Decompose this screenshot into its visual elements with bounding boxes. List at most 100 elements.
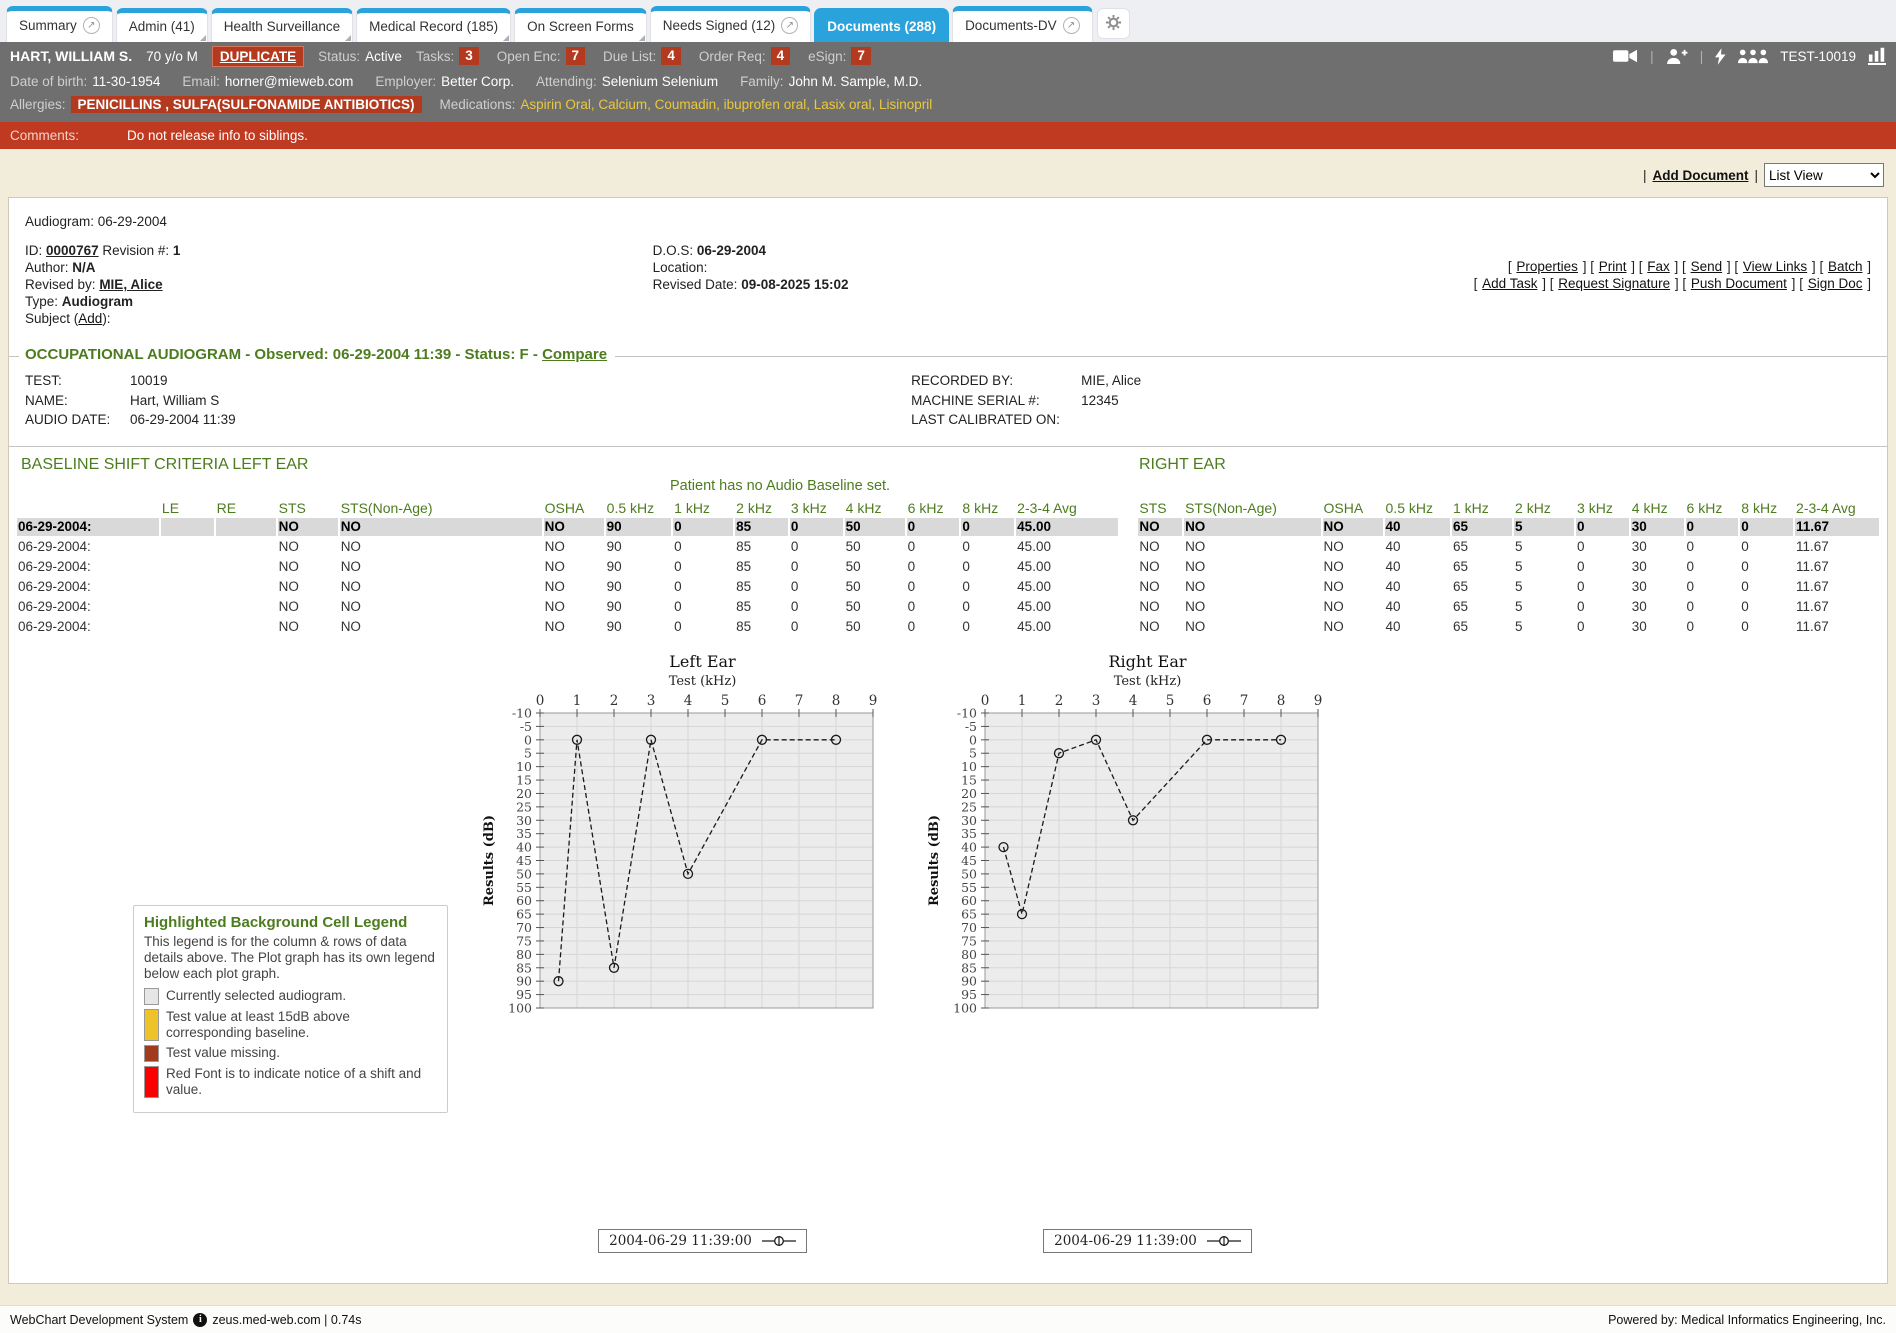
patient-header-tools: | | TEST-10019	[1613, 47, 1886, 65]
cell: 0	[1686, 598, 1739, 616]
audiogram-row[interactable]: 06-29-2004:NONONO900850500045.00NONONO40…	[17, 618, 1879, 636]
demo-family: Family:John M. Sample, M.D.	[740, 74, 922, 89]
tab-medical-record-185[interactable]: Medical Record (185)	[356, 8, 511, 42]
fax-link[interactable]: Fax	[1647, 259, 1670, 274]
counter-badge[interactable]: 7	[851, 47, 871, 65]
settings-gear-button[interactable]	[1097, 8, 1130, 39]
info-icon[interactable]: i	[193, 1313, 207, 1327]
patient-summary-row: HART, WILLIAM S. 70 y/o M DUPLICATE Stat…	[10, 42, 1886, 70]
test-info-right: RECORDED BY:MIE, AliceMACHINE SERIAL #:1…	[911, 371, 1141, 430]
cell: 40	[1385, 618, 1450, 636]
tab-on-screen-forms[interactable]: On Screen Forms	[514, 8, 647, 42]
audiogram-row[interactable]: 06-29-2004:NONONO900850500045.00NONONO40…	[17, 518, 1879, 536]
cell	[1120, 538, 1136, 556]
cell-legend-title: Highlighted Background Cell Legend	[144, 914, 437, 931]
counter-badge[interactable]: 4	[771, 47, 791, 65]
video-call-icon[interactable]	[1613, 48, 1638, 64]
svg-text:9: 9	[869, 693, 878, 709]
counter-badge[interactable]: 7	[566, 47, 586, 65]
audiogram-row[interactable]: 06-29-2004:NONONO900850500045.00NONONO40…	[17, 598, 1879, 616]
tab-health-surveillance[interactable]: Health Surveillance	[211, 8, 353, 42]
audiogram-row[interactable]: 06-29-2004:NONONO900850500045.00NONONO40…	[17, 558, 1879, 576]
tab-documents-dv[interactable]: Documents-DV↗	[952, 6, 1093, 42]
view-mode-select[interactable]: List View	[1764, 163, 1884, 187]
tab-label: Health Surveillance	[224, 19, 340, 34]
test-info-label: RECORDED BY:	[911, 371, 1081, 391]
cell: 30	[1631, 578, 1684, 596]
add-user-icon[interactable]	[1666, 48, 1688, 65]
legend-item-text: Currently selected audiogram.	[166, 988, 346, 1005]
counter-tasks: Tasks:3	[416, 47, 479, 65]
series-marker-icon	[762, 1235, 796, 1247]
tab-needs-signed-12[interactable]: Needs Signed (12)↗	[650, 6, 812, 42]
submenu-fold-icon	[345, 35, 351, 41]
cell: 85	[735, 518, 788, 536]
open-external-icon[interactable]: ↗	[83, 17, 100, 34]
cell: NO	[278, 578, 338, 596]
cell: 65	[1452, 598, 1512, 616]
audiogram-row[interactable]: 06-29-2004:NONONO900850500045.00NONONO40…	[17, 578, 1879, 596]
document-id-link[interactable]: 0000767	[46, 243, 99, 258]
column-header: 6 kHz	[1686, 500, 1739, 516]
cell: NO	[1138, 598, 1182, 616]
cell: NO	[340, 538, 542, 556]
document-actions-row1: [ Properties ] [ Print ] [ Fax ] [ Send …	[1206, 259, 1871, 276]
tab-label: Documents (288)	[827, 19, 936, 34]
push-document-link[interactable]: Push Document	[1691, 276, 1787, 291]
cell: 50	[845, 598, 905, 616]
print-link[interactable]: Print	[1599, 259, 1627, 274]
add-task-link[interactable]: Add Task	[1482, 276, 1537, 291]
author-value: N/A	[72, 260, 95, 275]
view-links-link[interactable]: View Links	[1743, 259, 1807, 274]
chart-series-legend: 2004-06-29 11:39:00	[598, 1229, 807, 1253]
column-header	[17, 500, 159, 516]
column-header: 8 kHz	[961, 500, 1014, 516]
batch-link[interactable]: Batch	[1828, 259, 1863, 274]
medications: Medications: Aspirin Oral, Calcium, Coum…	[440, 97, 933, 112]
cell: 0	[1576, 518, 1629, 536]
cell-legend-item: Test value missing.	[144, 1045, 437, 1062]
send-link[interactable]: Send	[1691, 259, 1723, 274]
growth-chart-icon[interactable]	[1868, 47, 1886, 65]
open-external-icon[interactable]: ↗	[781, 17, 798, 34]
cell: 0	[961, 598, 1014, 616]
column-header: 1 kHz	[1452, 500, 1512, 516]
cell-legend-item: Test value at least 15dB above correspon…	[144, 1009, 437, 1041]
cell: 0	[1740, 578, 1793, 596]
compare-link[interactable]: Compare	[542, 346, 607, 363]
document-card: Audiogram: 06-29-2004 ID: 0000767 Revisi…	[8, 197, 1888, 1284]
request-signature-link[interactable]: Request Signature	[1558, 276, 1670, 291]
legend-item-text: Test value missing.	[166, 1045, 280, 1062]
comments-label: Comments:	[10, 128, 79, 143]
svg-text:1: 1	[1018, 693, 1027, 709]
svg-text:Results (dB): Results (dB)	[927, 814, 942, 905]
open-external-icon[interactable]: ↗	[1063, 17, 1080, 34]
cell: 5	[1514, 538, 1574, 556]
cell: NO	[340, 578, 542, 596]
cell: 0	[790, 538, 843, 556]
cell: 0	[907, 618, 960, 636]
cell	[161, 618, 214, 636]
svg-text:7: 7	[795, 693, 804, 709]
subject-add-link[interactable]: Add	[78, 311, 102, 326]
tab-admin-41[interactable]: Admin (41)	[116, 8, 208, 42]
revised-by-link[interactable]: MIE, Alice	[99, 277, 162, 292]
chart-series-legend: 2004-06-29 11:39:00	[1043, 1229, 1252, 1253]
tab-documents-288[interactable]: Documents (288)	[814, 8, 949, 42]
quick-actions-lightning-icon[interactable]	[1715, 48, 1726, 65]
properties-link[interactable]: Properties	[1516, 259, 1578, 274]
care-team-icon[interactable]	[1738, 49, 1768, 64]
audiogram-row[interactable]: 06-29-2004:NONONO900850500045.00NONONO40…	[17, 538, 1879, 556]
duplicate-flag[interactable]: DUPLICATE	[212, 46, 304, 67]
counter-badge[interactable]: 3	[459, 47, 479, 65]
counter-label: Open Enc:	[497, 49, 561, 64]
type-value: Audiogram	[62, 294, 133, 309]
counter-badge[interactable]: 4	[661, 47, 681, 65]
cell: 65	[1452, 618, 1512, 636]
sign-doc-link[interactable]: Sign Doc	[1808, 276, 1863, 291]
add-document-link[interactable]: Add Document	[1652, 168, 1748, 183]
cell: 0	[1740, 558, 1793, 576]
cell-legend-item: Red Font is to indicate notice of a shif…	[144, 1066, 437, 1098]
cell	[216, 518, 276, 536]
tab-summary[interactable]: Summary↗	[6, 6, 113, 42]
